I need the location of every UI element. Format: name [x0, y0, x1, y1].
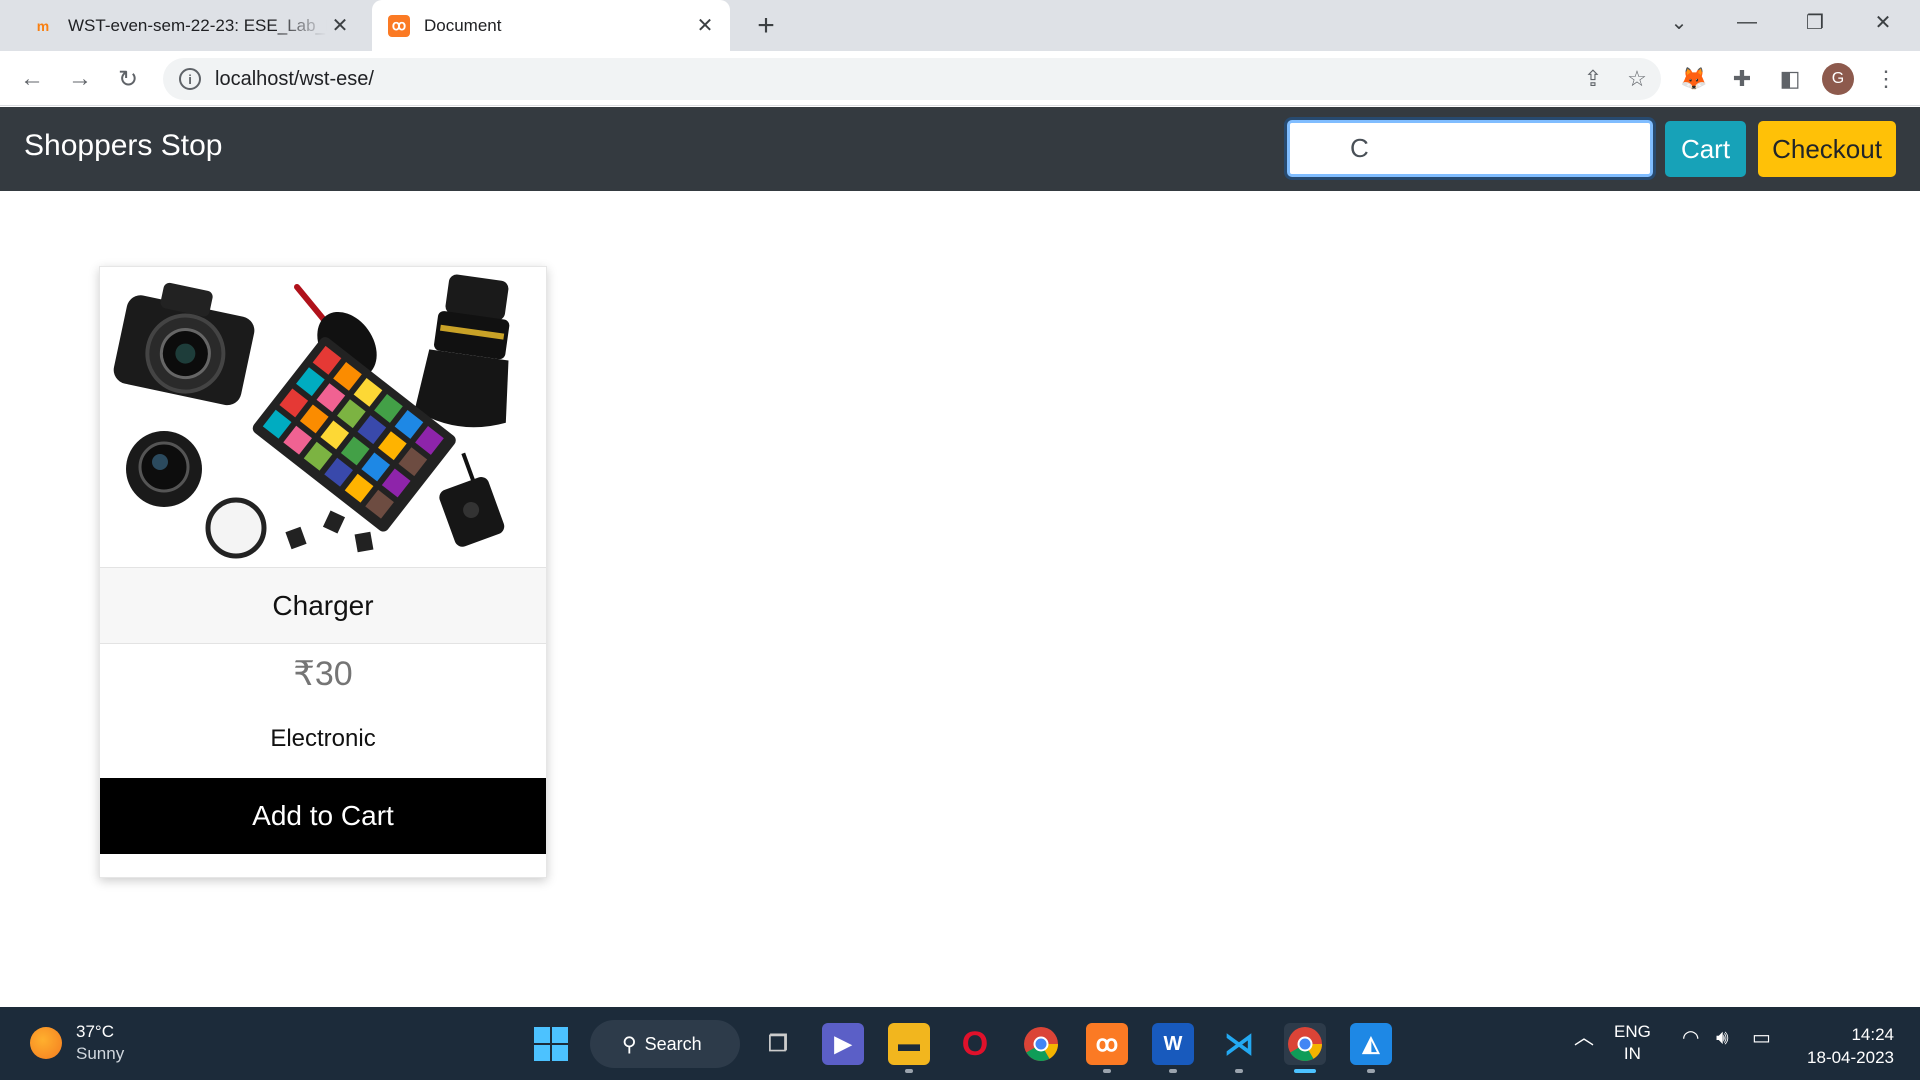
- close-icon[interactable]: ✕: [692, 13, 718, 39]
- clock-date: 18-04-2023: [1807, 1048, 1894, 1067]
- moodle-icon: m: [36, 17, 50, 34]
- running-indicator: [905, 1069, 913, 1073]
- windows-taskbar: 37°C Sunny ⚲ Search ❐ ▶ ▬ O ꝏ W ⋊ ◭ ︿ EN…: [0, 1007, 1920, 1080]
- weather-temp: 37°C: [76, 1022, 114, 1041]
- search-input[interactable]: [1287, 120, 1653, 177]
- cart-button[interactable]: Cart: [1665, 121, 1746, 177]
- wifi-icon[interactable]: ◠: [1682, 1027, 1699, 1049]
- taskbar-search-label: Search: [644, 1033, 702, 1054]
- tab-title: WST-even-sem-22-23: ESE_Lab_F: [68, 15, 327, 35]
- running-indicator: [1367, 1069, 1375, 1073]
- side-panel-icon[interactable]: ◧: [1770, 59, 1810, 99]
- word-icon[interactable]: W: [1152, 1023, 1194, 1065]
- share-icon[interactable]: ⇪: [1573, 59, 1613, 99]
- tab-document[interactable]: ꝏ Document ✕: [372, 0, 730, 51]
- battery-icon[interactable]: ▭: [1752, 1027, 1771, 1049]
- product-price: ₹30: [293, 655, 353, 693]
- browser-tab-strip: m WST-even-sem-22-23: ESE_Lab_F ✕ ꝏ Docu…: [0, 0, 1920, 51]
- task-view-icon[interactable]: ❐: [757, 1023, 799, 1065]
- xampp-icon: ꝏ: [388, 14, 410, 37]
- profile-avatar[interactable]: G: [1822, 63, 1854, 95]
- language-line1: ENG: [1614, 1022, 1651, 1041]
- url-text: localhost/wst-ese/: [215, 67, 374, 90]
- checkout-button[interactable]: Checkout: [1758, 121, 1896, 177]
- opera-icon[interactable]: O: [954, 1023, 996, 1065]
- add-to-cart-button[interactable]: Add to Cart: [100, 778, 546, 854]
- tab-title: Document: [424, 15, 502, 35]
- browser-toolbar: ← → ↻ i localhost/wst-ese/ ⇪ ☆ 🦊 ✚ ◧ ⋮: [0, 51, 1920, 106]
- photos-icon[interactable]: ◭: [1350, 1023, 1392, 1065]
- running-indicator: [1103, 1069, 1111, 1073]
- extensions-icon[interactable]: ✚: [1722, 59, 1762, 99]
- tab-moodle[interactable]: m WST-even-sem-22-23: ESE_Lab_F ✕: [20, 0, 365, 51]
- new-tab-button[interactable]: +: [748, 8, 784, 44]
- site-info-icon[interactable]: i: [179, 68, 201, 90]
- file-explorer-icon[interactable]: ▬: [888, 1023, 930, 1065]
- address-bar[interactable]: i localhost/wst-ese/ ⇪ ☆: [163, 58, 1661, 100]
- brand-title[interactable]: Shoppers Stop: [24, 129, 222, 163]
- forward-icon[interactable]: →: [60, 59, 100, 99]
- volume-icon[interactable]: 🔊︎: [1716, 1027, 1729, 1049]
- language-line2: IN: [1623, 1044, 1641, 1063]
- bookmark-star-icon[interactable]: ☆: [1617, 59, 1657, 99]
- minimize-icon[interactable]: —: [1722, 0, 1772, 44]
- xampp-taskbar-icon[interactable]: ꝏ: [1086, 1023, 1128, 1065]
- restore-icon[interactable]: ❐: [1790, 0, 1840, 44]
- product-category: Electronic: [270, 725, 376, 752]
- teams-chat-icon[interactable]: ▶: [822, 1023, 864, 1065]
- back-icon[interactable]: ←: [12, 59, 52, 99]
- windows-start-icon[interactable]: [530, 1023, 572, 1065]
- search-icon: ⚲: [622, 1033, 637, 1056]
- camera-accessories-image: [100, 267, 546, 567]
- site-navbar: Shoppers Stop Cart Checkout: [0, 107, 1920, 191]
- language-indicator[interactable]: ENG IN: [1614, 1021, 1651, 1065]
- product-name: Charger: [100, 567, 546, 644]
- running-indicator: [1235, 1069, 1243, 1073]
- chrome-icon[interactable]: [1020, 1023, 1062, 1065]
- chrome-profile-icon[interactable]: [1284, 1023, 1326, 1065]
- clock[interactable]: 14:24 18-04-2023: [1790, 1023, 1894, 1069]
- running-indicator: [1169, 1069, 1177, 1073]
- menu-icon[interactable]: ⋮: [1866, 59, 1906, 99]
- tab-search-icon[interactable]: ⌄: [1654, 0, 1704, 44]
- sun-icon: [30, 1027, 62, 1059]
- close-icon[interactable]: ✕: [327, 13, 353, 39]
- weather-condition: Sunny: [76, 1044, 125, 1063]
- active-indicator: [1294, 1069, 1316, 1073]
- reload-icon[interactable]: ↻: [108, 59, 148, 99]
- vscode-icon[interactable]: ⋊: [1218, 1023, 1260, 1065]
- weather-widget[interactable]: 37°C Sunny: [30, 1021, 124, 1065]
- metamask-icon[interactable]: 🦊: [1674, 59, 1714, 99]
- taskbar-search[interactable]: ⚲ Search: [590, 1020, 740, 1068]
- chevron-up-icon[interactable]: ︿: [1574, 1027, 1594, 1049]
- close-window-icon[interactable]: ✕: [1858, 0, 1908, 44]
- product-card: Charger ₹30 Electronic Add to Cart: [99, 266, 547, 878]
- clock-time: 14:24: [1851, 1025, 1894, 1044]
